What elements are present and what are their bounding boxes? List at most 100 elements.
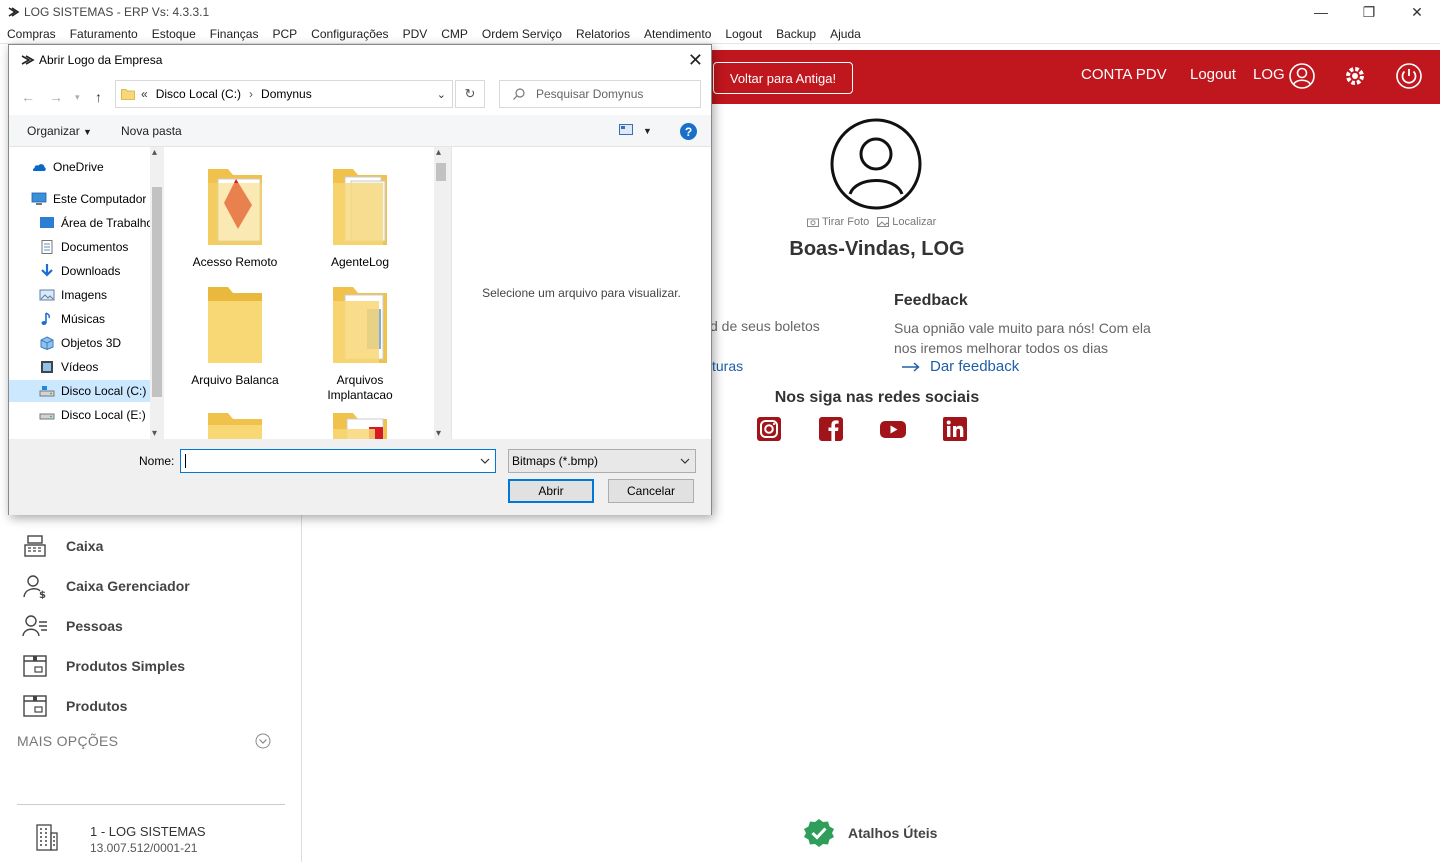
file-label: AgenteLog (330, 255, 390, 269)
chevron-down-icon[interactable] (480, 456, 490, 466)
gear-icon[interactable] (1341, 62, 1369, 90)
cancel-button[interactable]: Cancelar (608, 479, 694, 503)
menu-backup[interactable]: Backup (769, 27, 823, 41)
address-bar[interactable]: « Disco Local (C:) › Domynus ⌄ (115, 80, 453, 108)
feedback-link[interactable]: Dar feedback (902, 358, 1019, 375)
instagram-icon[interactable] (756, 416, 782, 442)
nav-item-musicas[interactable]: Músicas (39, 308, 105, 330)
folder-item[interactable]: AgenteLog (305, 161, 415, 270)
file-label: Arquivo Balanca (191, 373, 279, 387)
nav-item-este-computador[interactable]: Este Computador (31, 188, 146, 210)
folder-item[interactable] (180, 405, 290, 439)
nav-item-onedrive[interactable]: OneDrive (31, 156, 104, 178)
sidebar-item-pessoas[interactable]: Pessoas (22, 612, 123, 640)
file-list-scrollbar[interactable]: ▴ ▾ (434, 147, 448, 439)
chevron-down-circle-icon[interactable] (255, 733, 271, 749)
file-name-input[interactable] (180, 449, 496, 473)
breadcrumb-drive[interactable]: Disco Local (C:) (156, 87, 241, 101)
scroll-down-icon[interactable]: ▾ (436, 428, 441, 439)
help-icon[interactable]: ? (680, 123, 697, 140)
shortcuts-section[interactable]: Atalhos Úteis (802, 818, 937, 848)
open-button[interactable]: Abrir (508, 479, 594, 503)
nav-item-documentos[interactable]: Documentos (39, 236, 128, 258)
more-options-toggle[interactable]: MAIS OPÇÕES (17, 733, 118, 749)
folder-icon (208, 169, 262, 245)
close-window-button[interactable]: ✕ (1394, 0, 1440, 24)
menu-compras[interactable]: Compras (0, 27, 63, 41)
nav-item-area-de-trabalho[interactable]: Área de Trabalho (39, 212, 164, 234)
menu-faturamento[interactable]: Faturamento (63, 27, 145, 41)
cash-register-icon (24, 535, 46, 557)
user-name[interactable]: LOG (1253, 66, 1285, 83)
file-list-scroll-thumb[interactable] (436, 163, 446, 181)
old-version-button[interactable]: Voltar para Antiga! (713, 62, 853, 94)
scroll-up-icon[interactable]: ▴ (152, 147, 157, 158)
menu-configuracoes[interactable]: Configurações (304, 27, 395, 41)
nav-item-downloads[interactable]: Downloads (39, 260, 120, 282)
breadcrumb-folder[interactable]: Domynus (261, 87, 312, 101)
search-input[interactable]: Pesquisar Domynus (499, 80, 701, 108)
file-label: Arquivos Implantacao (327, 373, 393, 402)
up-arrow-icon[interactable]: ↑ (95, 89, 102, 105)
menu-ajuda[interactable]: Ajuda (823, 27, 868, 41)
file-type-select[interactable]: Bitmaps (*.bmp) (508, 449, 696, 473)
menu-logout[interactable]: Logout (718, 27, 769, 41)
take-photo-link[interactable]: Tirar Foto (807, 216, 869, 228)
menu-pcp[interactable]: PCP (265, 27, 304, 41)
feedback-title: Feedback (894, 292, 968, 309)
new-folder-button[interactable]: Nova pasta (121, 124, 182, 138)
menu-relatorios[interactable]: Relatorios (569, 27, 637, 41)
power-icon[interactable] (1395, 62, 1423, 90)
menu-ordem-servico[interactable]: Ordem Serviço (475, 27, 569, 41)
user-avatar-icon[interactable] (1288, 62, 1316, 90)
locate-link[interactable]: Localizar (877, 216, 936, 228)
conta-pdv-link[interactable]: CONTA PDV (1081, 66, 1167, 83)
folder-item[interactable]: Arquivo Balanca (180, 279, 290, 388)
nav-item-label: Vídeos (61, 360, 99, 374)
back-arrow-icon[interactable]: ← (21, 89, 35, 105)
sidebar: Caixa $ Caixa Gerenciador Pessoas Produt… (0, 515, 302, 862)
folder-item[interactable]: Arquivos Implantacao (305, 279, 415, 403)
youtube-icon[interactable] (880, 416, 906, 442)
organize-menu[interactable]: Organizar ▼ (27, 124, 92, 138)
view-dropdown-icon[interactable]: ▼ (643, 126, 652, 136)
nav-item-disco-local-e[interactable]: Disco Local (E:) (39, 404, 146, 426)
profile-avatar-icon[interactable] (830, 118, 922, 210)
menu-financas[interactable]: Finanças (203, 27, 266, 41)
nav-pane-scroll-thumb[interactable] (152, 187, 162, 397)
scroll-down-icon[interactable]: ▾ (152, 428, 157, 439)
menu-atendimento[interactable]: Atendimento (637, 27, 718, 41)
menu-estoque[interactable]: Estoque (145, 27, 203, 41)
restore-button[interactable]: ❐ (1346, 0, 1392, 24)
sidebar-item-produtos[interactable]: Produtos (22, 692, 127, 720)
nav-item-videos[interactable]: Vídeos (39, 356, 98, 378)
menu-cmp[interactable]: CMP (434, 27, 475, 41)
minimize-button[interactable]: — (1298, 0, 1344, 24)
nav-item-objetos-3d[interactable]: Objetos 3D (39, 332, 121, 354)
menu-pdv[interactable]: PDV (396, 27, 435, 41)
recent-chevron-icon[interactable]: ▾ (75, 92, 80, 103)
dialog-close-icon[interactable]: ✕ (688, 50, 703, 71)
download-icon (41, 264, 53, 277)
nav-pane-scrollbar[interactable]: ▴ ▾ (150, 147, 164, 439)
nav-item-disco-local-c[interactable]: Disco Local (C:) (9, 380, 150, 402)
sidebar-item-caixa-gerenciador[interactable]: $ Caixa Gerenciador (22, 572, 190, 600)
scroll-up-icon[interactable]: ▴ (436, 147, 441, 158)
facebook-icon[interactable] (818, 416, 844, 442)
documents-icon (41, 240, 53, 254)
folder-item[interactable] (305, 405, 415, 439)
folder-item[interactable]: Acesso Remoto (180, 161, 290, 270)
linkedin-icon[interactable] (942, 416, 968, 442)
refresh-button[interactable]: ↻ (455, 80, 485, 108)
faturas-link[interactable]: turas (712, 358, 743, 374)
nav-item-imagens[interactable]: Imagens (39, 284, 107, 306)
sidebar-item-caixa[interactable]: Caixa (22, 532, 103, 560)
folder-icon (333, 169, 387, 245)
dialog-titlebar: Abrir Logo da Empresa ✕ (9, 45, 711, 75)
logout-link[interactable]: Logout (1190, 66, 1236, 83)
forward-arrow-icon[interactable]: → (49, 89, 63, 105)
view-options-icon[interactable] (619, 124, 633, 138)
sidebar-item-produtos-simples[interactable]: Produtos Simples (22, 652, 185, 680)
address-dropdown-icon[interactable]: ⌄ (437, 88, 446, 101)
boletos-text: d de seus boletos (710, 318, 820, 334)
